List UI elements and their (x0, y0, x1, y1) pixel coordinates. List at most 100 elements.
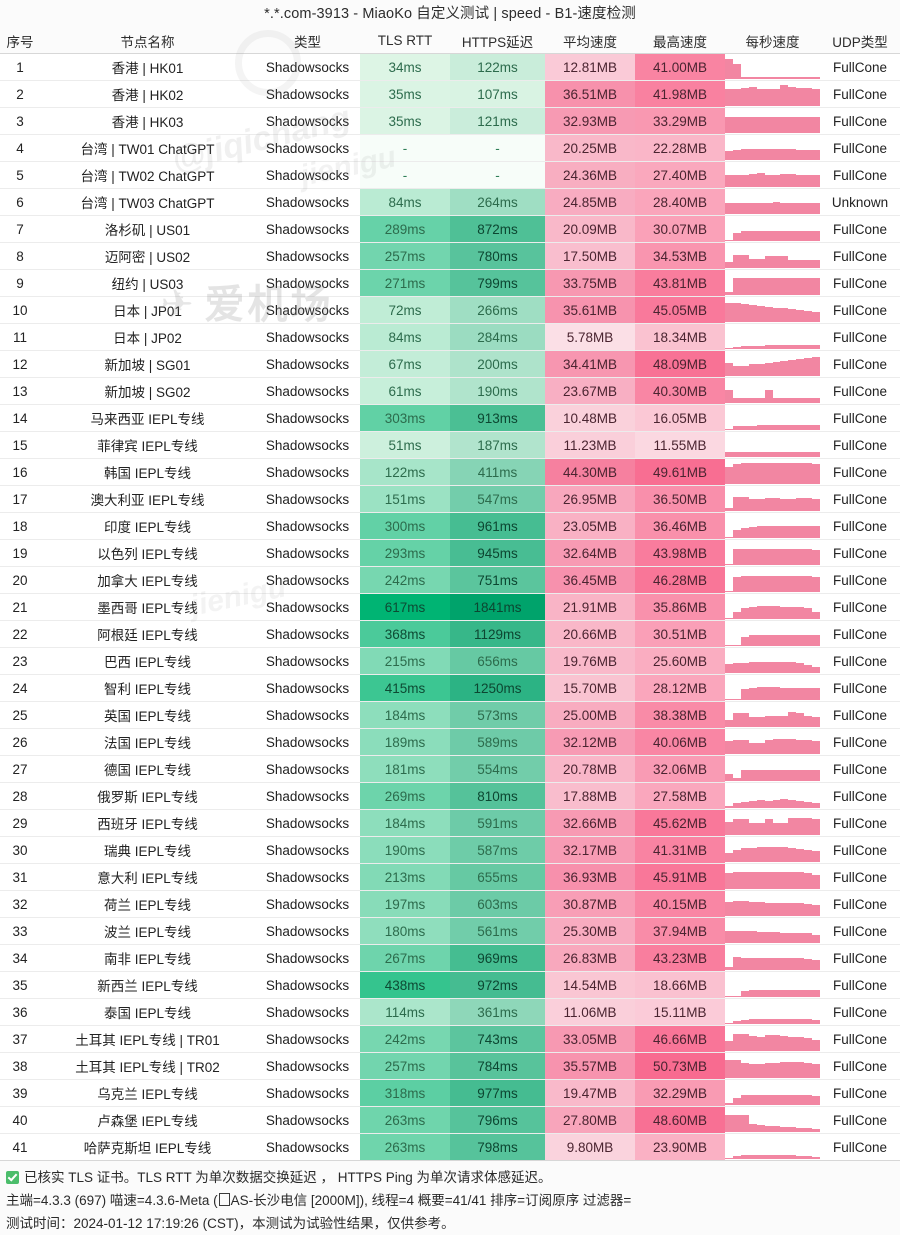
row-index: 18 (0, 512, 40, 540)
col-header-udp-type[interactable]: UDP类型 (820, 28, 900, 54)
https-delay-value: 121ms (450, 107, 545, 135)
col-header-index[interactable]: 序号 (0, 28, 40, 54)
table-row[interactable]: 29 西班牙 IEPL专线 Shadowsocks 184ms 591ms 32.66MB… (0, 809, 900, 837)
table-row[interactable]: 38 土耳其 IEPL专线 | TR02 Shadowsocks 257ms 784ms… (0, 1052, 900, 1080)
table-row[interactable]: 14 马来西亚 IEPL专线 Shadowsocks 303ms 913ms 10.48M… (0, 404, 900, 432)
table-row[interactable]: 32 荷兰 IEPL专线 Shadowsocks 197ms 603ms 30.87MB 4… (0, 890, 900, 918)
node-type: Shadowsocks (255, 539, 360, 567)
avg-speed-value: 44.30MB (545, 458, 635, 486)
node-type: Shadowsocks (255, 161, 360, 189)
node-name: 乌克兰 IEPL专线 (40, 1079, 255, 1107)
table-row[interactable]: 30 瑞典 IEPL专线 Shadowsocks 190ms 587ms 32.17MB 4… (0, 836, 900, 864)
udp-type-value: FullCone (820, 728, 900, 756)
node-type: Shadowsocks (255, 674, 360, 702)
table-row[interactable]: 31 意大利 IEPL专线 Shadowsocks 213ms 655ms 36.93MB… (0, 863, 900, 891)
https-delay-value: 411ms (450, 458, 545, 486)
table-row[interactable]: 41 哈萨克斯坦 IEPL专线 Shadowsocks 263ms 798ms 9.80M… (0, 1133, 900, 1161)
table-row[interactable]: 12 新加坡 | SG01 Shadowsocks 67ms 200ms 34.41MB 4… (0, 350, 900, 378)
tls-rtt-value: 184ms (360, 809, 450, 837)
table-row[interactable]: 20 加拿大 IEPL专线 Shadowsocks 242ms 751ms 36.45MB… (0, 566, 900, 594)
table-row[interactable]: 19 以色列 IEPL专线 Shadowsocks 293ms 945ms 32.64MB… (0, 539, 900, 567)
udp-type-value: FullCone (820, 215, 900, 243)
avg-speed-value: 20.09MB (545, 215, 635, 243)
max-speed-value: 36.50MB (635, 485, 725, 513)
page-title: *.*.com-3913 - MiaoKo 自定义测试 | speed - B1… (0, 0, 900, 28)
tls-rtt-value: 368ms (360, 620, 450, 648)
per-second-speed-sparkline (725, 890, 820, 918)
table-row[interactable]: 36 泰国 IEPL专线 Shadowsocks 114ms 361ms 11.06MB 1… (0, 998, 900, 1026)
col-header-https-delay[interactable]: HTTPS延迟 (450, 28, 545, 54)
https-delay-value: 972ms (450, 971, 545, 999)
col-header-avg-speed[interactable]: 平均速度 (545, 28, 635, 54)
avg-speed-value: 11.23MB (545, 431, 635, 459)
max-speed-value: 41.98MB (635, 80, 725, 108)
table-row[interactable]: 40 卢森堡 IEPL专线 Shadowsocks 263ms 796ms 27.80MB… (0, 1106, 900, 1134)
https-delay-value: 655ms (450, 863, 545, 891)
col-header-node-name[interactable]: 节点名称 (40, 28, 255, 54)
per-second-speed-sparkline (725, 188, 820, 216)
footer-verified-text: 已核实 TLS 证书。TLS RTT 为单次数据交换延迟 ， HTTPS Pin… (24, 1170, 552, 1185)
node-name: 马来西亚 IEPL专线 (40, 404, 255, 432)
table-row[interactable]: 6 台湾 | TW03 ChatGPT Shadowsocks 84ms 264ms 24… (0, 188, 900, 216)
table-row[interactable]: 1 香港 | HK01 Shadowsocks 34ms 122ms 12.81MB 41.… (0, 53, 900, 81)
footer-meta-text-a: 主端=4.3.3 (697) 喵速=4.3.6-Meta ( (6, 1193, 218, 1208)
table-row[interactable]: 26 法国 IEPL专线 Shadowsocks 189ms 589ms 32.12MB 4… (0, 728, 900, 756)
col-header-tls-rtt[interactable]: TLS RTT (360, 28, 450, 54)
per-second-speed-sparkline (725, 1052, 820, 1080)
table-row[interactable]: 34 南非 IEPL专线 Shadowsocks 267ms 969ms 26.83MB 4… (0, 944, 900, 972)
col-header-per-second-speed[interactable]: 每秒速度 (725, 28, 820, 54)
udp-type-value: FullCone (820, 107, 900, 135)
https-delay-value: 264ms (450, 188, 545, 216)
row-index: 30 (0, 836, 40, 864)
table-row[interactable]: 7 洛杉矶 | US01 Shadowsocks 289ms 872ms 20.09MB 3… (0, 215, 900, 243)
table-row[interactable]: 24 智利 IEPL专线 Shadowsocks 415ms 1250ms 15.70MB… (0, 674, 900, 702)
table-row[interactable]: 4 台湾 | TW01 ChatGPT Shadowsocks - -20.25MB 22… (0, 134, 900, 162)
table-row[interactable]: 23 巴西 IEPL专线 Shadowsocks 215ms 656ms 19.76MB 2… (0, 647, 900, 675)
max-speed-value: 43.23MB (635, 944, 725, 972)
col-header-type[interactable]: 类型 (255, 28, 360, 54)
table-row[interactable]: 28 俄罗斯 IEPL专线 Shadowsocks 269ms 810ms 17.88MB… (0, 782, 900, 810)
table-row[interactable]: 35 新西兰 IEPL专线 Shadowsocks 438ms 972ms 14.54MB… (0, 971, 900, 999)
udp-type-value: FullCone (820, 1025, 900, 1053)
table-row[interactable]: 2 香港 | HK02 Shadowsocks 35ms 107ms 36.51MB 41.… (0, 80, 900, 108)
table-row[interactable]: 25 英国 IEPL专线 Shadowsocks 184ms 573ms 25.00MB 3… (0, 701, 900, 729)
per-second-speed-sparkline (725, 350, 820, 378)
udp-type-value: FullCone (820, 755, 900, 783)
avg-speed-value: 32.17MB (545, 836, 635, 864)
node-type: Shadowsocks (255, 620, 360, 648)
table-row[interactable]: 3 香港 | HK03 Shadowsocks 35ms 121ms 32.93MB 33.… (0, 107, 900, 135)
table-row[interactable]: 17 澳大利亚 IEPL专线 Shadowsocks 151ms 547ms 26.95M… (0, 485, 900, 513)
row-index: 24 (0, 674, 40, 702)
table-row[interactable]: 37 土耳其 IEPL专线 | TR01 Shadowsocks 242ms 743ms… (0, 1025, 900, 1053)
udp-type-value: FullCone (820, 647, 900, 675)
per-second-speed-sparkline (725, 296, 820, 324)
table-row[interactable]: 27 德国 IEPL专线 Shadowsocks 181ms 554ms 20.78MB 3… (0, 755, 900, 783)
table-row[interactable]: 39 乌克兰 IEPL专线 Shadowsocks 318ms 977ms 19.47MB… (0, 1079, 900, 1107)
max-speed-value: 32.06MB (635, 755, 725, 783)
row-index: 34 (0, 944, 40, 972)
udp-type-value: FullCone (820, 242, 900, 270)
col-header-max-speed[interactable]: 最高速度 (635, 28, 725, 54)
table-row[interactable]: 21 墨西哥 IEPL专线 Shadowsocks 617ms 1841ms 21.91M… (0, 593, 900, 621)
node-name: 西班牙 IEPL专线 (40, 809, 255, 837)
table-row[interactable]: 33 波兰 IEPL专线 Shadowsocks 180ms 561ms 25.30MB 3… (0, 917, 900, 945)
avg-speed-value: 25.30MB (545, 917, 635, 945)
udp-type-value: FullCone (820, 620, 900, 648)
footer-meta-line: 主端=4.3.3 (697) 喵速=4.3.6-Meta (AS-长沙电信 [2… (6, 1189, 894, 1212)
table-row[interactable]: 13 新加坡 | SG02 Shadowsocks 61ms 190ms 23.67MB 4… (0, 377, 900, 405)
tls-rtt-value: 35ms (360, 80, 450, 108)
table-row[interactable]: 8 迈阿密 | US02 Shadowsocks 257ms 780ms 17.50MB 3… (0, 242, 900, 270)
table-row[interactable]: 22 阿根廷 IEPL专线 Shadowsocks 368ms 1129ms 20.66M… (0, 620, 900, 648)
tls-rtt-value: 151ms (360, 485, 450, 513)
table-row[interactable]: 11 日本 | JP02 Shadowsocks 84ms 284ms 5.78MB 18.… (0, 323, 900, 351)
node-type: Shadowsocks (255, 755, 360, 783)
table-row[interactable]: 5 台湾 | TW02 ChatGPT Shadowsocks - -24.36MB 27… (0, 161, 900, 189)
tls-rtt-value: 213ms (360, 863, 450, 891)
table-row[interactable]: 9 纽约 | US03 Shadowsocks 271ms 799ms 33.75MB 43… (0, 269, 900, 297)
row-index: 26 (0, 728, 40, 756)
table-row[interactable]: 16 韩国 IEPL专线 Shadowsocks 122ms 411ms 44.30MB 4… (0, 458, 900, 486)
table-row[interactable]: 18 印度 IEPL专线 Shadowsocks 300ms 961ms 23.05MB 3… (0, 512, 900, 540)
node-name: 香港 | HK03 (40, 107, 255, 135)
table-row[interactable]: 10 日本 | JP01 Shadowsocks 72ms 266ms 35.61MB 45… (0, 296, 900, 324)
table-row[interactable]: 15 菲律宾 IEPL专线 Shadowsocks 51ms 187ms 11.23MB 1… (0, 431, 900, 459)
